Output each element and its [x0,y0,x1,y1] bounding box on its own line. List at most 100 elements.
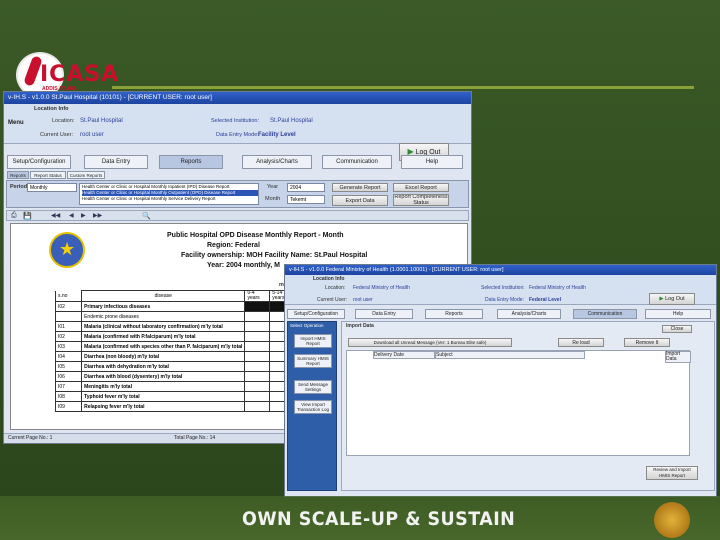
period-label: Period [10,184,28,190]
report-year: Year: 2004 monthly, M [207,262,281,269]
close-button[interactable]: Close [662,325,692,333]
location-info-label: Location Info [34,106,69,112]
logo-text: ICASA [40,62,120,87]
window-titlebar: v-IH.S - v1.0.0 Federal Ministry of Heal… [285,265,716,275]
print-icon[interactable]: ⎙ [11,212,17,220]
tab-help[interactable]: Help [401,155,463,169]
data-entry-mode-value: Federal Level [529,297,561,303]
menu-label: Menu [8,120,24,126]
operation-sidebar: Select Operation Import HMIS Report Summ… [287,321,337,491]
messages-grid[interactable]: Delivery Date Subject Import Data [346,350,691,456]
header-panel: Menu Location Info Location: St.Paul Hos… [4,104,471,161]
header-disease: disease [81,290,246,302]
logout-button[interactable]: ▶ Log Out [649,293,695,305]
location-value: Federal Ministry of Health [353,285,410,291]
data-entry-mode-label: Data Entry Mode: [485,297,524,303]
first-page-icon[interactable]: ◀◀ [51,212,60,219]
tab-data-entry[interactable]: Data Entry [355,309,413,319]
month-select[interactable]: Tekemt [287,195,325,204]
table-row: I01 Malaria (clinical without laboratory… [54,321,295,332]
location-label: Location: [325,285,346,291]
tab-setup-configuration[interactable]: Setup/Configuration [7,155,71,169]
tab-reports[interactable]: Reports [425,309,483,319]
tab-help[interactable]: Help [645,309,711,319]
subtab-custom-reports[interactable]: Custom Reports [67,171,105,179]
current-user-value: root user [80,132,104,138]
table-row: I05 Diarrhea with dehydration m'ly total [54,361,295,372]
header-age-0-4: 0-4 years [244,290,271,302]
report-completeness-button[interactable]: Report Completeness Status [393,194,449,206]
tab-analysis-charts[interactable]: Analysis/Charts [497,309,561,319]
total-page-status: Total Page No.: 14 [174,435,216,441]
report-viewer-toolbar: ⎙ 💾 ◀◀ ◀ ▶ ▶▶ 🔍 [6,210,469,221]
section-title: Import Data [346,323,374,329]
excel-report-button[interactable]: Excel Report [393,183,449,192]
header-sno: s.no [54,290,83,302]
period-select[interactable]: Monthly [27,183,77,192]
sidebar-item-import-hmis-report[interactable]: Import HMIS Report [294,334,332,348]
download-messages-button[interactable]: Download all Unread Message (Ver: 1 Bure… [348,338,512,347]
table-row: I04 Diarrhea (non bloody) m'ly total [54,351,295,362]
table-row: Endemic prone diseases [54,311,295,322]
table-row: I06 Diarrhea with blood (dysentery) m'ly… [54,371,295,382]
sidebar-item-summary-hmis-report[interactable]: Summary HMIS Report [294,354,332,368]
report-table: s.no disease 0-4 years 5-14 years I02 Prim… [54,290,295,412]
last-page-icon[interactable]: ▶▶ [93,212,102,219]
location-value: St.Paul Hospital [80,118,123,124]
report-title: Public Hospital OPD Disease Monthly Repo… [167,232,344,239]
tab-setup-configuration[interactable]: Setup/Configuration [287,309,345,319]
tab-reports[interactable]: Reports [159,155,223,169]
tab-communication[interactable]: Communication [573,309,637,319]
report-facility: Facility ownership: MOH Facility Name: S… [181,252,368,259]
export-icon[interactable]: 💾 [23,212,32,220]
remove-button[interactable]: Remove It [624,338,670,347]
table-row: I02 Malaria (confirmed with P.falciparum… [54,331,295,342]
location-label: Location: [52,118,75,124]
export-data-button[interactable]: Export Data [332,195,388,206]
generate-report-button[interactable]: Generate Report [332,183,388,192]
report-parameters-panel: Period Monthly Health Center or Clinic o… [6,180,469,208]
import-data-panel: Import Data Close Download all Unread Me… [341,321,715,491]
table-row: I09 Relapsing fever m'ly total [54,401,295,412]
prev-page-icon[interactable]: ◀ [69,212,74,219]
africa-map-icon [654,502,690,538]
subtab-reports[interactable]: Reports [7,171,29,179]
year-select[interactable]: 2004 [287,183,325,192]
grid-header-import-data[interactable]: Import Data [665,351,691,363]
grid-header-subject[interactable]: Subject [435,351,585,359]
current-page-status: Current Page No.: 1 [8,435,53,441]
header-accent-line [112,86,694,89]
next-page-icon[interactable]: ▶ [81,212,86,219]
header-panel: Location Info Location: Federal Ministry… [285,275,716,305]
tab-communication[interactable]: Communication [322,155,392,169]
current-user-label: Current User: [40,132,74,138]
sidebar-header: Select Operation [290,323,324,328]
sidebar-item-send-message-settings[interactable]: Send Message Settings [294,380,332,394]
tab-data-entry[interactable]: Data Entry [84,155,148,169]
report-list[interactable]: Health Center or Clinic or Hospital Mont… [79,183,259,205]
month-label: Month [265,196,281,202]
review-import-button[interactable]: Review and Import HMIS Report [646,466,698,480]
year-label: Year [267,184,279,190]
table-row: I03 Malaria (confirmed with species othe… [54,341,295,352]
zoom-icon[interactable]: 🔍 [142,212,151,220]
table-row: I02 Primary infectious diseases [54,301,295,312]
subtab-report-status[interactable]: Report Status [30,171,66,179]
grid-header-delivery-date[interactable]: Delivery Date [373,351,435,359]
current-user-label: Current User: [317,297,348,303]
ethiopia-emblem-icon: ★ [49,232,85,268]
tab-analysis-charts[interactable]: Analysis/Charts [242,155,312,169]
sidebar-item-view-import-transaction-log[interactable]: View Import Transaction Log [294,400,332,414]
selected-institution-label: Selected Institution: [481,285,525,291]
reload-button[interactable]: Re load [558,338,604,347]
data-entry-mode-value: Facility Level [258,132,296,138]
data-entry-mode-label: Data Entry Mode: [216,132,259,138]
selected-institution-value: St.Paul Hospital [270,118,313,124]
selected-institution-label: Selected Institution: [211,118,260,124]
selected-institution-value: Federal Ministry of Health [529,285,586,291]
logout-label: Log Out [665,296,685,302]
table-row: I07 Meningitis m'ly total [54,381,295,392]
window-titlebar: v-IH.S - v1.0.0 St.Paul Hospital (10101)… [4,92,471,104]
logout-icon: ▶ [659,296,664,302]
report-list-item[interactable]: Health Center or Clinic or Hospital Mont… [82,196,258,202]
